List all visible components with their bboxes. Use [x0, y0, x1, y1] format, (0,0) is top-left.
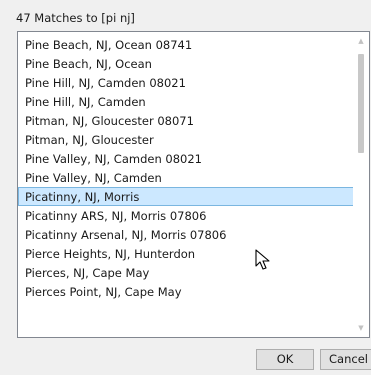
list-item[interactable]: Pine Hill, NJ, Camden 08021	[18, 73, 354, 92]
list-item[interactable]: Pitman, NJ, Gloucester	[18, 130, 354, 149]
list-item[interactable]: Pine Hill, NJ, Camden	[18, 92, 354, 111]
list-item[interactable]: Pine Valley, NJ, Camden	[18, 168, 354, 187]
scrollbar-thumb[interactable]	[358, 54, 364, 153]
results-listbox[interactable]: Pine Beach, NJ, Ocean 08741 Pine Beach, …	[17, 31, 370, 338]
list-item[interactable]: Pine Valley, NJ, Camden 08021	[18, 149, 354, 168]
list-item[interactable]: Pierces, NJ, Cape May	[18, 263, 354, 282]
scroll-up-arrow-icon[interactable]: ▲	[353, 33, 369, 49]
vertical-scrollbar[interactable]: ▲ ▼	[353, 32, 369, 337]
match-dialog: 47 Matches to [pi nj] Pine Beach, NJ, Oc…	[0, 0, 371, 375]
list-item[interactable]: Pine Beach, NJ, Ocean	[18, 54, 354, 73]
list-item[interactable]: Picatinny Arsenal, NJ, Morris 07806	[18, 225, 354, 244]
cancel-button[interactable]: Cancel	[320, 349, 371, 370]
list-item[interactable]: Pine Beach, NJ, Ocean 08741	[18, 35, 354, 54]
results-list: Pine Beach, NJ, Ocean 08741 Pine Beach, …	[18, 35, 354, 301]
list-item[interactable]: Picatinny ARS, NJ, Morris 07806	[18, 206, 354, 225]
list-item[interactable]: Pierces Point, NJ, Cape May	[18, 282, 354, 301]
ok-button[interactable]: OK	[256, 349, 314, 370]
list-item[interactable]: Pitman, NJ, Gloucester 08071	[18, 111, 354, 130]
list-item-selected[interactable]: Picatinny, NJ, Morris	[18, 187, 354, 206]
list-item[interactable]: Pierce Heights, NJ, Hunterdon	[18, 244, 354, 263]
match-count-label: 47 Matches to [pi nj]	[16, 11, 135, 25]
scroll-down-arrow-icon[interactable]: ▼	[353, 320, 369, 336]
